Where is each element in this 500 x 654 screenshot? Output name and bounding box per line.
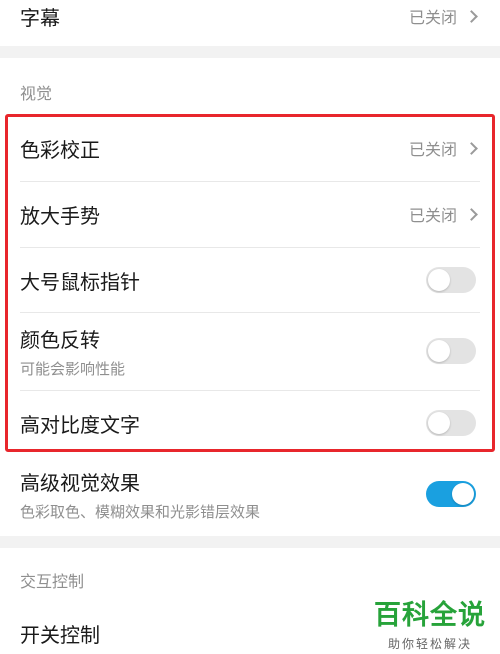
color-inversion-title: 颜色反转 xyxy=(20,327,100,352)
chevron-right-icon xyxy=(465,207,478,221)
color-inversion-row[interactable]: 颜色反转 可能会影响性能 xyxy=(20,320,476,382)
high-contrast-toggle[interactable] xyxy=(426,410,476,436)
toggle-knob xyxy=(428,412,450,434)
high-contrast-row[interactable]: 高对比度文字 xyxy=(20,400,476,446)
high-contrast-title: 高对比度文字 xyxy=(20,412,140,437)
subtitles-title: 字幕 xyxy=(20,5,60,30)
divider xyxy=(20,181,480,182)
large-pointer-toggle[interactable] xyxy=(426,267,476,293)
divider xyxy=(20,312,480,313)
color-inversion-text: 颜色反转 可能会影响性能 xyxy=(20,324,125,379)
watermark-logo-text: 百科全说 xyxy=(374,600,486,631)
section-label-vision: 视觉 xyxy=(20,84,53,103)
advanced-visual-text: 高级视觉效果 色彩取色、模糊效果和光影错层效果 xyxy=(20,467,260,522)
color-inversion-toggle[interactable] xyxy=(426,338,476,364)
watermark-slogan: 助你轻松解决 xyxy=(387,637,472,651)
advanced-visual-subtitle: 色彩取色、模糊效果和光影错层效果 xyxy=(20,502,261,521)
watermark: 百科全说 助你轻松解决 xyxy=(374,593,486,652)
toggle-knob xyxy=(428,269,450,291)
switch-control-title: 开关控制 xyxy=(20,622,100,647)
divider xyxy=(20,247,480,248)
toggle-knob xyxy=(428,340,450,362)
chevron-right-icon xyxy=(465,9,478,23)
toggle-knob xyxy=(452,483,474,505)
color-correction-row[interactable]: 色彩校正 已关闭 xyxy=(20,125,478,171)
magnify-gesture-title: 放大手势 xyxy=(20,203,100,228)
advanced-visual-row[interactable]: 高级视觉效果 色彩取色、模糊效果和光影错层效果 xyxy=(20,463,476,525)
color-correction-value: 已关闭 xyxy=(409,136,478,160)
color-correction-title: 色彩校正 xyxy=(20,137,100,162)
advanced-visual-title: 高级视觉效果 xyxy=(20,470,140,495)
color-inversion-subtitle: 可能会影响性能 xyxy=(20,359,126,378)
chevron-right-icon xyxy=(465,141,478,155)
subtitles-row[interactable]: 字幕 已关闭 xyxy=(20,0,478,32)
subtitles-value: 已关闭 xyxy=(409,4,478,28)
section-gap xyxy=(0,46,500,58)
large-pointer-row[interactable]: 大号鼠标指针 xyxy=(20,257,476,303)
section-gap xyxy=(0,536,500,548)
section-label-interaction: 交互控制 xyxy=(20,572,85,591)
magnify-gesture-row[interactable]: 放大手势 已关闭 xyxy=(20,191,478,237)
advanced-visual-toggle[interactable] xyxy=(426,481,476,507)
magnify-gesture-value: 已关闭 xyxy=(409,202,478,226)
divider xyxy=(20,390,480,391)
large-pointer-title: 大号鼠标指针 xyxy=(20,269,140,294)
